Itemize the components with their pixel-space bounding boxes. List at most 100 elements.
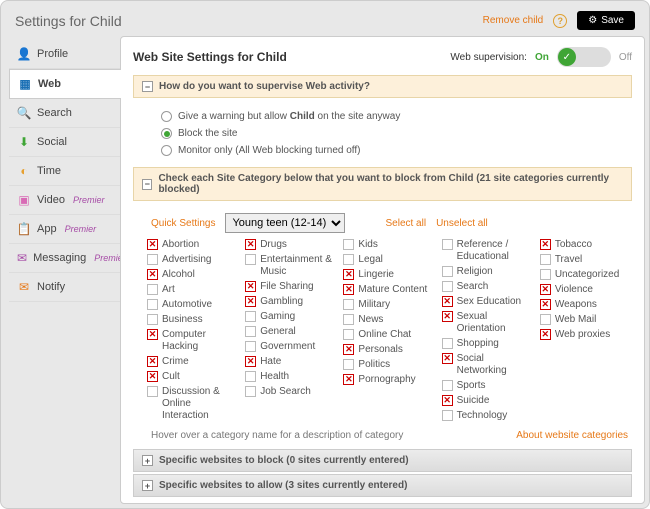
sidebar-item-video[interactable]: ▣VideoPremier	[9, 186, 120, 215]
category-item[interactable]: Politics	[343, 359, 435, 371]
expand-icon[interactable]: +	[142, 480, 153, 491]
supervision-toggle[interactable]: ✓	[557, 47, 611, 67]
sidebar-item-search[interactable]: 🔍Search	[9, 99, 120, 128]
category-item[interactable]: Discussion & Online Interaction	[147, 386, 239, 422]
unselect-all-link[interactable]: Unselect all	[436, 218, 488, 229]
category-item[interactable]: Job Search	[245, 386, 337, 398]
collapse-icon[interactable]: −	[142, 81, 153, 92]
checkbox-icon	[147, 239, 158, 250]
settings-window: Settings for Child Remove child ? Save 👤…	[0, 0, 650, 509]
messaging-icon: ✉	[17, 251, 27, 265]
category-item[interactable]: Pornography	[343, 374, 435, 386]
category-item[interactable]: Web Mail	[540, 314, 632, 326]
category-item[interactable]: Drugs	[245, 239, 337, 251]
category-item[interactable]: Sports	[442, 380, 534, 392]
checkbox-icon	[245, 311, 256, 322]
category-item[interactable]: Suicide	[442, 395, 534, 407]
category-item[interactable]: Gaming	[245, 311, 337, 323]
category-item[interactable]: Violence	[540, 284, 632, 296]
category-item[interactable]: Mature Content	[343, 284, 435, 296]
category-item[interactable]: Uncategorized	[540, 269, 632, 281]
checkbox-icon	[540, 284, 551, 295]
quick-settings-label: Quick Settings	[151, 218, 215, 229]
category-item[interactable]: Social Networking	[442, 353, 534, 377]
category-label: Job Search	[260, 386, 311, 398]
allow-sites-band[interactable]: + Specific websites to allow (3 sites cu…	[133, 474, 632, 497]
sidebar-item-messaging[interactable]: ✉MessagingPremier	[9, 244, 120, 273]
off-label: Off	[619, 52, 632, 63]
category-label: Religion	[457, 266, 493, 278]
checkbox-icon	[343, 299, 354, 310]
checkbox-icon	[343, 284, 354, 295]
category-item[interactable]: Online Chat	[343, 329, 435, 341]
category-label: Computer Hacking	[162, 329, 239, 353]
category-item[interactable]: File Sharing	[245, 281, 337, 293]
checkbox-icon	[245, 281, 256, 292]
sidebar-item-notify[interactable]: ✉Notify	[9, 273, 120, 302]
block-sites-band[interactable]: + Specific websites to block (0 sites cu…	[133, 449, 632, 472]
on-label: On	[535, 52, 549, 63]
profile-icon: 👤	[17, 47, 31, 61]
category-item[interactable]: Entertainment & Music	[245, 254, 337, 278]
category-item[interactable]: Travel	[540, 254, 632, 266]
save-button-footer[interactable]: Save	[572, 503, 630, 504]
category-label: Web Mail	[555, 314, 597, 326]
sidebar-item-app[interactable]: 📋AppPremier	[9, 215, 120, 244]
category-item[interactable]: Weapons	[540, 299, 632, 311]
category-item[interactable]: Gambling	[245, 296, 337, 308]
category-item[interactable]: Reference / Educational	[442, 239, 534, 263]
category-label: Travel	[555, 254, 582, 266]
category-label: Lingerie	[358, 269, 394, 281]
category-label: Politics	[358, 359, 390, 371]
help-icon[interactable]: ?	[553, 14, 567, 28]
sidebar-item-web[interactable]: ▦ Web	[9, 69, 121, 99]
category-item[interactable]: Web proxies	[540, 329, 632, 341]
collapse-icon[interactable]: −	[142, 179, 152, 190]
expand-icon[interactable]: +	[142, 455, 153, 466]
category-item[interactable]: Advertising	[147, 254, 239, 266]
category-item[interactable]: Business	[147, 314, 239, 326]
sidebar-item-time[interactable]: ◐Time	[9, 157, 120, 186]
category-item[interactable]: Cult	[147, 371, 239, 383]
sidebar-item-profile[interactable]: 👤Profile	[9, 40, 120, 69]
page-title: Settings for Child	[15, 13, 122, 29]
category-item[interactable]: Kids	[343, 239, 435, 251]
category-item[interactable]: Health	[245, 371, 337, 383]
category-item[interactable]: Religion	[442, 266, 534, 278]
category-item[interactable]: Tobacco	[540, 239, 632, 251]
save-button[interactable]: Save	[577, 11, 635, 30]
video-icon: ▣	[17, 193, 31, 207]
category-item[interactable]: Lingerie	[343, 269, 435, 281]
category-item[interactable]: Art	[147, 284, 239, 296]
radio-option[interactable]: Give a warning but allow Child on the si…	[161, 108, 632, 125]
category-item[interactable]: Sex Education	[442, 296, 534, 308]
category-item[interactable]: Hate	[245, 356, 337, 368]
category-item[interactable]: Military	[343, 299, 435, 311]
category-item[interactable]: Sexual Orientation	[442, 311, 534, 335]
category-item[interactable]: Search	[442, 281, 534, 293]
category-item[interactable]: Shopping	[442, 338, 534, 350]
quick-settings-select[interactable]: Young teen (12-14)	[225, 213, 345, 233]
category-item[interactable]: Technology	[442, 410, 534, 422]
checkbox-icon	[540, 314, 551, 325]
sidebar-item-label: Web	[38, 78, 61, 90]
category-item[interactable]: Alcohol	[147, 269, 239, 281]
radio-option[interactable]: Block the site	[161, 125, 632, 142]
category-item[interactable]: Crime	[147, 356, 239, 368]
web-icon: ▦	[18, 77, 32, 91]
category-item[interactable]: Abortion	[147, 239, 239, 251]
select-all-link[interactable]: Select all	[385, 218, 426, 229]
about-categories-link[interactable]: About website categories	[516, 430, 628, 441]
remove-child-link[interactable]: Remove child	[483, 15, 544, 26]
category-item[interactable]: Personals	[343, 344, 435, 356]
category-item[interactable]: Legal	[343, 254, 435, 266]
category-item[interactable]: Computer Hacking	[147, 329, 239, 353]
checkbox-icon	[442, 338, 453, 349]
category-item[interactable]: Automotive	[147, 299, 239, 311]
category-label: Weapons	[555, 299, 597, 311]
category-item[interactable]: News	[343, 314, 435, 326]
category-item[interactable]: Government	[245, 341, 337, 353]
category-item[interactable]: General	[245, 326, 337, 338]
radio-option[interactable]: Monitor only (All Web blocking turned of…	[161, 142, 632, 159]
sidebar-item-social[interactable]: ⬇Social	[9, 128, 120, 157]
